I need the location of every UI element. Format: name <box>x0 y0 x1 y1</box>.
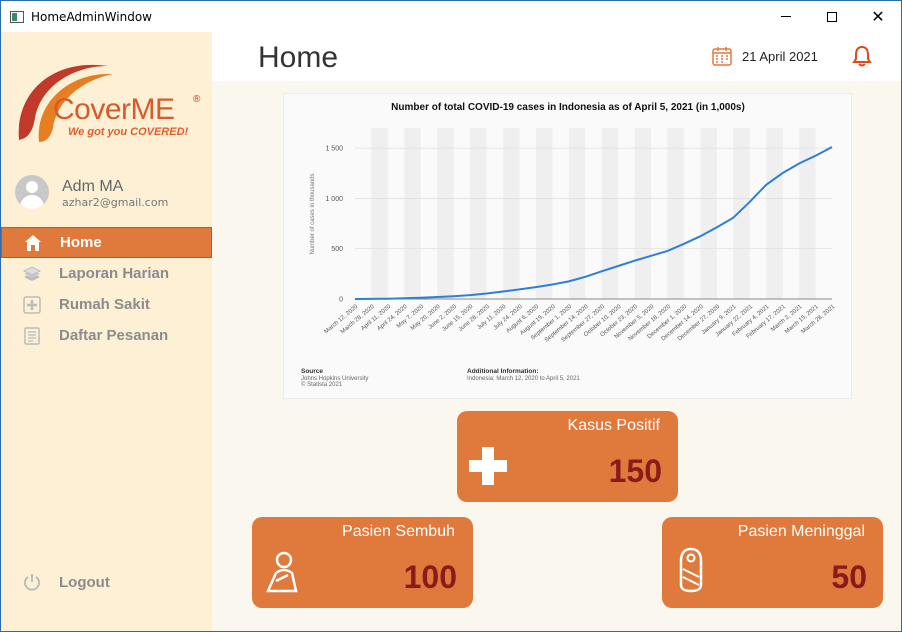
stat-card-positive: Kasus Positif 150 <box>457 411 678 502</box>
registered-mark: ® <box>193 94 201 105</box>
minimize-icon <box>781 16 791 17</box>
app-window: HomeAdminWindow ✕ CoverME ® We got you C… <box>0 0 902 632</box>
chart-band <box>667 128 684 299</box>
maximize-button[interactable] <box>809 1 855 32</box>
minimize-button[interactable] <box>763 1 809 32</box>
sidebar-item-label: Daftar Pesanan <box>59 327 169 344</box>
sidebar-item-daftar-pesanan[interactable]: Daftar Pesanan <box>1 320 212 351</box>
page-title: Home <box>258 41 339 74</box>
shrouded-body-icon <box>678 547 704 598</box>
plus-cross-icon <box>467 445 509 492</box>
hospital-plus-icon <box>22 295 42 315</box>
sidebar-item-rumah-sakit[interactable]: Rumah Sakit <box>1 289 212 320</box>
app-window-icon <box>10 10 24 23</box>
chart-band <box>799 128 816 299</box>
chart-title: Number of total COVID-19 cases in Indone… <box>391 102 745 113</box>
chart-series-line <box>354 146 833 300</box>
brand-name: CoverME <box>53 93 175 126</box>
close-icon: ✕ <box>871 6 885 26</box>
chart-source-heading: Source <box>301 368 323 375</box>
sidebar-item-home[interactable]: Home <box>1 227 212 258</box>
chart-band <box>535 128 553 299</box>
stat-value: 150 <box>608 453 662 489</box>
report-stack-icon <box>22 264 42 284</box>
sidebar-nav: Home Laporan Harian Rumah Sakit Daftar P… <box>1 227 212 351</box>
recovered-person-icon <box>262 551 302 598</box>
stat-label: Pasien Meninggal <box>737 523 865 540</box>
title-bar: HomeAdminWindow ✕ <box>1 1 901 32</box>
logout-button[interactable]: Logout <box>1 567 212 597</box>
power-icon <box>22 572 42 592</box>
home-icon <box>23 233 43 253</box>
stat-value: 50 <box>831 559 867 595</box>
sidebar-item-label: Home <box>60 234 102 251</box>
chart-band <box>733 128 750 299</box>
stat-value: 100 <box>403 559 457 595</box>
chart-band <box>601 128 619 299</box>
bell-icon[interactable] <box>852 45 872 72</box>
sidebar: CoverME ® We got you COVERED! Adm MA azh… <box>1 32 212 631</box>
maximize-icon <box>827 11 837 22</box>
y-tick-label: 500 <box>331 246 343 253</box>
stat-card-recovered: Pasien Sembuh 100 <box>252 517 473 608</box>
chart-band <box>470 128 487 299</box>
chart-band <box>766 128 783 299</box>
chart-info-line: Indonesia; March 12, 2020 to April 5, 20… <box>467 376 580 382</box>
chart-band <box>634 128 652 299</box>
chart-band <box>371 128 388 299</box>
sidebar-item-label: Laporan Harian <box>59 265 170 282</box>
user-name: Adm MA <box>62 178 124 195</box>
stat-label: Pasien Sembuh <box>342 523 455 540</box>
stat-label: Kasus Positif <box>567 417 660 434</box>
window-title: HomeAdminWindow <box>31 9 152 24</box>
chart-band <box>437 128 454 299</box>
sidebar-item-laporan-harian[interactable]: Laporan Harian <box>1 258 212 289</box>
order-list-icon <box>22 326 42 346</box>
calendar-icon <box>712 46 732 71</box>
covid-chart: Number of total COVID-19 cases in Indone… <box>283 93 852 399</box>
chart-band <box>700 128 717 299</box>
brand-tagline: We got you COVERED! <box>68 126 189 138</box>
y-tick-label: 1 000 <box>325 196 343 203</box>
chart-band <box>404 128 421 299</box>
chart-band <box>568 128 586 299</box>
covid-line-chart: Number of total COVID-19 cases in Indone… <box>301 102 837 388</box>
y-tick-label: 1 500 <box>325 146 343 153</box>
page-header: Home 21 April 2021 <box>212 32 901 81</box>
chart-source-line: © Statista 2021 <box>301 381 343 388</box>
chart-band <box>503 128 520 299</box>
chart-info-heading: Additional Information: <box>467 368 539 375</box>
logout-label: Logout <box>59 573 110 591</box>
y-tick-label: 0 <box>339 297 343 304</box>
user-email: azhar2@gmail.com <box>62 196 169 209</box>
close-button[interactable]: ✕ <box>855 1 901 32</box>
avatar <box>15 175 49 209</box>
y-axis-label: Number of cases in thousands <box>310 173 316 254</box>
current-date: 21 April 2021 <box>742 49 818 64</box>
brand-logo: CoverME ® We got you COVERED! <box>13 52 203 162</box>
stat-card-deceased: Pasien Meninggal 50 <box>662 517 883 608</box>
sidebar-item-label: Rumah Sakit <box>59 296 150 313</box>
